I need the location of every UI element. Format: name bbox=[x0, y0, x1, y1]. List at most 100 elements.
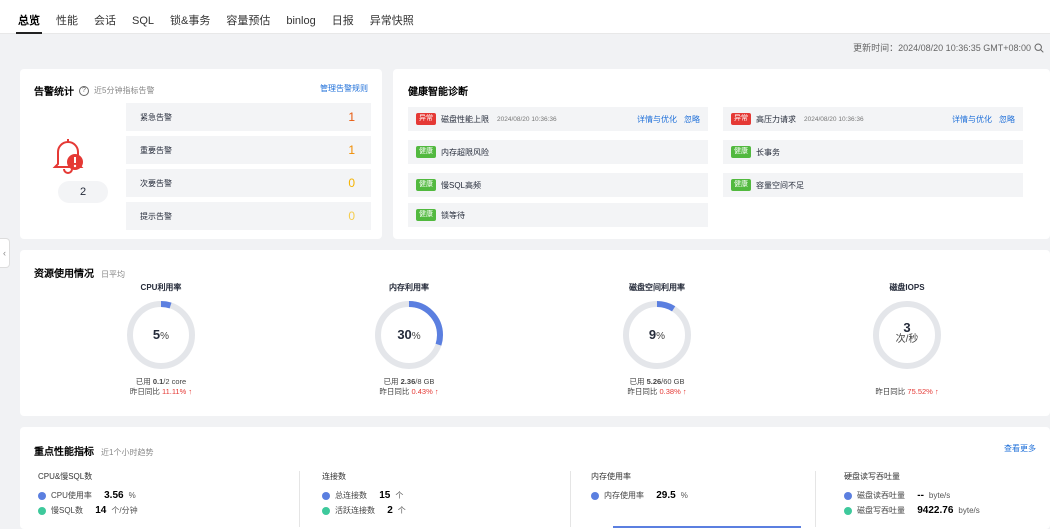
legend-dot bbox=[38, 491, 46, 500]
perf-column-title: 硬盘读写吞吐量 bbox=[844, 472, 900, 481]
details-optimize-link[interactable]: 详情与优化 bbox=[952, 114, 992, 125]
gauge-used: 已用 2.36/8 GB bbox=[383, 377, 435, 386]
status-badge: 健康 bbox=[416, 209, 436, 221]
alarm-row-label: 次要告警 bbox=[140, 178, 172, 188]
divider bbox=[299, 471, 300, 527]
gauge-compare: 昨日同比 75.52% ↑ bbox=[875, 387, 939, 396]
gauge-unit: % bbox=[411, 331, 421, 342]
ignore-link[interactable]: 忽略 bbox=[999, 114, 1015, 125]
tab-sessions[interactable]: 会话 bbox=[94, 0, 116, 34]
key-performance-card: 重点性能指标 近1个小时趋势 查看更多 CPU&慢SQL数 CPU使用率 3.5… bbox=[20, 427, 1050, 529]
alarm-total-count: 2 bbox=[58, 181, 108, 203]
gauge-used: 已用 5.26/60 GB bbox=[629, 377, 685, 386]
ignore-link[interactable]: 忽略 bbox=[684, 114, 700, 125]
alarm-row-value: 0 bbox=[348, 209, 355, 223]
search-icon[interactable] bbox=[1034, 42, 1044, 53]
alarm-row-label: 重要告警 bbox=[140, 145, 172, 155]
top-tab-bar: 总览 性能 会话 SQL 锁&事务 容量预估 binlog 日报 异常快照 bbox=[0, 0, 1050, 34]
status-badge: 异常 bbox=[416, 113, 436, 125]
alarm-row-label: 提示告警 bbox=[140, 211, 172, 221]
health-item-label: 容量空间不足 bbox=[756, 180, 804, 190]
gauge-unit: % bbox=[656, 331, 666, 342]
alarm-title: 告警统计 bbox=[34, 87, 74, 98]
resource-usage-card: 资源使用情况 日平均 CPU利用率 5% 已用 0.1/2 core 昨日同比 … bbox=[20, 250, 1050, 416]
gauge-cpu: CPU利用率 5% 已用 0.1/2 core 昨日同比 11.11% ↑ bbox=[86, 282, 236, 397]
perf-column-title: 内存使用率 bbox=[591, 472, 631, 481]
health-item-disk-performance: 异常 磁盘性能上限 2024/08/20 10:36:36 详情与优化 忽略 bbox=[408, 107, 708, 131]
health-item-lock-wait: 健康 锁等待 bbox=[408, 203, 708, 227]
health-item-label: 锁等待 bbox=[441, 210, 465, 220]
health-item-label: 长事务 bbox=[756, 147, 780, 157]
tab-anomaly-snapshot[interactable]: 异常快照 bbox=[370, 0, 414, 34]
perf-metric: 磁盘读吞吐量 -- byte/s bbox=[844, 490, 1050, 501]
legend-dot bbox=[844, 491, 852, 500]
gauge-unit: % bbox=[160, 331, 170, 342]
health-diagnosis-card: 健康智能诊断 异常 磁盘性能上限 2024/08/20 10:36:36 详情与… bbox=[393, 69, 1050, 239]
legend-dot bbox=[322, 506, 330, 515]
alarm-bell-icon bbox=[52, 139, 84, 174]
perf-metric: 内存使用率 29.5% bbox=[591, 490, 821, 501]
health-item-label: 内存超限风险 bbox=[441, 147, 489, 157]
health-title: 健康智能诊断 bbox=[408, 87, 468, 98]
perf-title: 重点性能指标 bbox=[34, 447, 94, 458]
alarm-row-info: 提示告警 0 bbox=[126, 202, 371, 230]
gauge-title: 磁盘空间利用率 bbox=[629, 283, 685, 292]
perf-column-connections: 连接数 总连接数 15 个 活跃连接数 2个 bbox=[322, 471, 552, 520]
sidebar-collapse-toggle[interactable]: ‹ bbox=[0, 238, 10, 268]
divider bbox=[570, 471, 571, 527]
legend-dot bbox=[322, 491, 330, 500]
gauge-value: 3 bbox=[903, 320, 911, 335]
legend-dot bbox=[38, 506, 46, 515]
status-badge: 健康 bbox=[731, 179, 751, 191]
perf-column-disk-throughput: 硬盘读写吞吐量 磁盘读吞吐量 -- byte/s 磁盘写吞吐量 9422.76 by… bbox=[844, 471, 1050, 520]
resource-title: 资源使用情况 bbox=[34, 269, 94, 280]
health-item-time: 2024/08/20 10:36:36 bbox=[497, 115, 557, 123]
status-badge: 异常 bbox=[731, 113, 751, 125]
tab-sql[interactable]: SQL bbox=[132, 0, 154, 34]
alarm-row-critical: 紧急告警 1 bbox=[126, 103, 371, 131]
alarm-row-value: 0 bbox=[348, 176, 355, 190]
status-badge: 健康 bbox=[731, 146, 751, 158]
alarm-statistics-card: 告警统计 ? 近5分钟指标告警 管理告警规则 2 紧急告警 1 重要告警 1 次… bbox=[20, 69, 382, 239]
gauge-compare: 昨日同比 11.11% ↑ bbox=[129, 387, 193, 396]
resource-subtitle: 日平均 bbox=[101, 270, 125, 279]
gauge-unit: 次/秒 bbox=[895, 334, 919, 345]
gauge-disk-iops: 磁盘IOPS 3 次/秒 昨日同比 75.52% ↑ bbox=[832, 282, 982, 397]
update-time-text: 更新时间：2024/08/20 10:36:35 GMT+08:00 bbox=[853, 43, 1031, 53]
manage-alarm-rules-link[interactable]: 管理告警规则 bbox=[320, 83, 368, 94]
tab-capacity-estimate[interactable]: 容量预估 bbox=[226, 0, 270, 34]
tab-overview[interactable]: 总览 bbox=[16, 0, 42, 34]
tab-binlog[interactable]: binlog bbox=[286, 0, 315, 34]
perf-column-memory: 内存使用率 内存使用率 29.5% bbox=[591, 471, 821, 528]
gauge-title: 内存利用率 bbox=[389, 283, 429, 292]
status-badge: 健康 bbox=[416, 146, 436, 158]
perf-metric: 活跃连接数 2个 bbox=[322, 505, 552, 516]
health-item-memory-risk: 健康 内存超限风险 bbox=[408, 140, 708, 164]
health-item-label: 磁盘性能上限 bbox=[441, 114, 489, 124]
gauge-compare: 昨日同比 0.38% ↑ bbox=[627, 387, 687, 396]
alarm-row-value: 1 bbox=[348, 143, 355, 157]
alarm-row-label: 紧急告警 bbox=[140, 112, 172, 122]
tab-performance[interactable]: 性能 bbox=[56, 0, 78, 34]
health-item-high-pressure: 异常 高压力请求 2024/08/20 10:36:36 详情与优化 忽略 bbox=[723, 107, 1023, 131]
tab-daily-report[interactable]: 日报 bbox=[332, 0, 354, 34]
gauge-title: CPU利用率 bbox=[140, 283, 182, 292]
health-item-long-transaction: 健康 长事务 bbox=[723, 140, 1023, 164]
tab-locks-transactions[interactable]: 锁&事务 bbox=[170, 0, 210, 34]
view-more-link[interactable]: 查看更多 bbox=[1004, 443, 1036, 454]
legend-dot bbox=[591, 491, 599, 500]
health-item-label: 慢SQL高频 bbox=[441, 180, 482, 190]
perf-metric: 慢SQL数 14 个/分钟 bbox=[38, 505, 268, 516]
gauge-memory: 内存利用率 30% 已用 2.36/8 GB 昨日同比 0.43% ↑ bbox=[334, 282, 484, 397]
gauge-used: 已用 0.1/2 core bbox=[135, 377, 187, 386]
details-optimize-link[interactable]: 详情与优化 bbox=[637, 114, 677, 125]
alarm-row-minor: 次要告警 0 bbox=[126, 169, 371, 197]
perf-column-title: 连接数 bbox=[322, 472, 346, 481]
help-icon[interactable]: ? bbox=[79, 85, 89, 96]
alarm-row-value: 1 bbox=[348, 110, 355, 124]
divider bbox=[815, 471, 816, 527]
gauge-disk-space: 磁盘空间利用率 9% 已用 5.26/60 GB 昨日同比 0.38% ↑ bbox=[582, 282, 732, 397]
alarm-subtitle: 近5分钟指标告警 bbox=[94, 86, 155, 95]
health-item-capacity: 健康 容量空间不足 bbox=[723, 173, 1023, 197]
alarm-row-major: 重要告警 1 bbox=[126, 136, 371, 164]
